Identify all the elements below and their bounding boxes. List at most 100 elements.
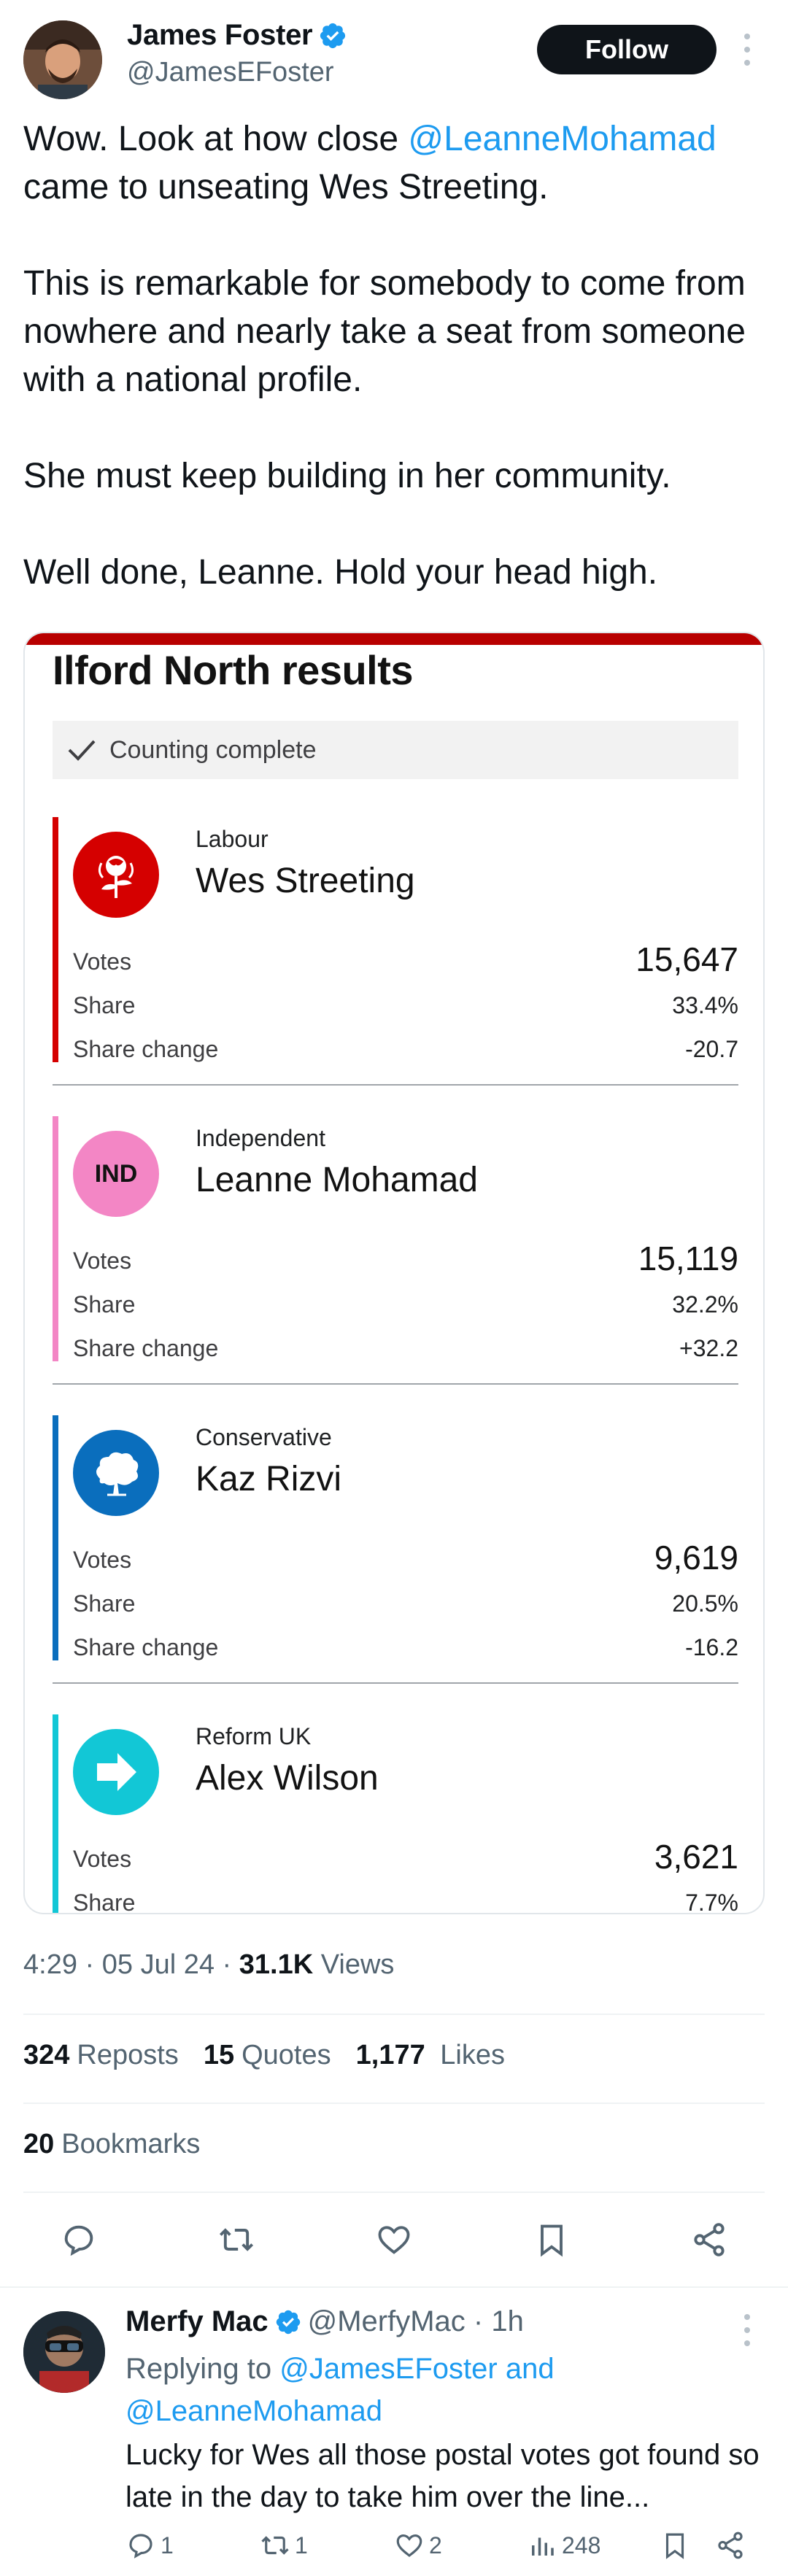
replying-mention-1[interactable]: @JamesEFoster xyxy=(279,2353,497,2385)
repost-icon xyxy=(261,2536,289,2555)
check-icon xyxy=(68,740,96,761)
quotes-stat[interactable]: 15 Quotes xyxy=(204,2040,331,2071)
reply-like-button[interactable]: 2 xyxy=(394,2530,442,2561)
bookmarks-stat[interactable]: 20 Bookmarks xyxy=(23,2129,200,2160)
reposts-stat[interactable]: 324 Reposts xyxy=(23,2040,179,2071)
tweet-text: Wow. Look at how close @LeanneMohamad cam… xyxy=(23,115,768,597)
votes-value: 15,647 xyxy=(636,940,738,978)
share-icon[interactable] xyxy=(686,2216,733,2263)
repost-icon[interactable] xyxy=(213,2216,260,2263)
votes-value: 9,619 xyxy=(654,1539,738,1577)
results-image-card[interactable]: Ilford North results Counting complete L… xyxy=(23,632,765,1914)
bookmark-icon[interactable] xyxy=(528,2216,575,2263)
reply-share-button[interactable] xyxy=(715,2530,750,2561)
divider xyxy=(53,1084,738,1086)
candidate-name: Leanne Mohamad xyxy=(196,1161,478,1199)
share-change-label: Share change xyxy=(73,1036,219,1062)
like-count: 2 xyxy=(429,2531,442,2558)
tweet-date: 05 Jul 24 xyxy=(101,1949,215,1980)
votes-value: 3,621 xyxy=(654,1838,738,1876)
author-name[interactable]: James Foster xyxy=(127,19,313,52)
results-title: Ilford North results xyxy=(53,647,414,693)
reply-icon xyxy=(129,2534,152,2558)
tweet-text-line1-prefix: Wow. Look at how close xyxy=(23,120,409,158)
conservative-tree-icon xyxy=(73,1430,159,1516)
reply-avatar[interactable] xyxy=(23,2311,105,2393)
reply-repost-button[interactable]: 1 xyxy=(260,2530,308,2561)
author-handle[interactable]: @JamesEFoster xyxy=(127,57,334,88)
replying-and: and xyxy=(505,2353,555,2385)
share-change-value: +32.2 xyxy=(679,1335,738,1361)
divider xyxy=(23,2103,765,2104)
reply-reply-button[interactable]: 1 xyxy=(125,2530,174,2561)
share-icon xyxy=(718,2531,743,2559)
quotes-label: Quotes xyxy=(242,2040,331,2070)
more-options-icon[interactable] xyxy=(741,2314,753,2346)
candidate-row: Labour Wes Streeting Votes 15,647 Share … xyxy=(53,817,738,1087)
share-change-label: Share change xyxy=(73,1634,219,1660)
party-name: Reform UK xyxy=(196,1723,312,1749)
party-color-bar xyxy=(53,817,58,1062)
tweet-text-para2: This is remarkable for somebody to come … xyxy=(23,264,746,399)
likes-stat[interactable]: 1,177 Likes xyxy=(356,2040,505,2071)
share-label: Share xyxy=(73,1890,136,1914)
reposts-label: Reposts xyxy=(77,2040,179,2070)
bookmark-icon xyxy=(665,2533,684,2559)
more-options-icon[interactable] xyxy=(741,34,753,66)
tweet-action-bar xyxy=(0,2216,788,2263)
party-color-bar xyxy=(53,1415,58,1660)
counting-status-text: Counting complete xyxy=(109,735,317,764)
divider xyxy=(23,2014,765,2015)
share-value: 33.4% xyxy=(672,992,738,1018)
reply-author-handle[interactable]: @MerfyMac xyxy=(308,2305,466,2338)
share-label: Share xyxy=(73,1590,136,1617)
party-name: Independent xyxy=(196,1125,325,1151)
reposts-count: 324 xyxy=(23,2040,70,2070)
share-value: 7.7% xyxy=(685,1890,738,1914)
share-change-value: -20.7 xyxy=(685,1036,738,1062)
share-label: Share xyxy=(73,1291,136,1318)
reply-icon[interactable] xyxy=(55,2216,102,2263)
card-top-bar xyxy=(25,633,763,645)
candidate-name: Alex Wilson xyxy=(196,1759,379,1798)
reply-header: Merfy Mac @MerfyMac · 1h xyxy=(125,2305,524,2338)
party-name: Conservative xyxy=(196,1424,332,1450)
mention-link[interactable]: @LeanneMohamad xyxy=(408,120,716,158)
views-icon xyxy=(532,2537,554,2556)
views-count: 31.1K xyxy=(239,1949,314,1980)
replying-to-label: Replying to xyxy=(125,2353,272,2385)
replying-mention-2[interactable]: @LeanneMohamad xyxy=(125,2395,382,2427)
follow-button[interactable]: Follow xyxy=(537,25,716,74)
reply-age[interactable]: 1h xyxy=(491,2305,524,2338)
quotes-count: 15 xyxy=(203,2040,235,2070)
verified-badge-icon xyxy=(276,2310,300,2334)
views-label: Views xyxy=(320,1949,395,1980)
votes-label: Votes xyxy=(73,1547,132,1573)
counting-status-box: Counting complete xyxy=(53,721,738,779)
divider xyxy=(53,1383,738,1385)
candidate-row: Conservative Kaz Rizvi Votes 9,619 Share… xyxy=(53,1415,738,1685)
candidate-row: IND Independent Leanne Mohamad Votes 15,… xyxy=(53,1116,738,1386)
tweet-time: 4:29 xyxy=(23,1949,77,1980)
reply-bookmark-button[interactable] xyxy=(660,2530,695,2561)
engagement-stats: 324 Reposts 15 Quotes 1,177 Likes xyxy=(23,2040,530,2071)
reply-views-button[interactable]: 248 xyxy=(527,2530,600,2561)
likes-count: 1,177 xyxy=(355,2040,425,2070)
author-name-row: James Foster xyxy=(127,19,347,52)
share-value: 32.2% xyxy=(672,1291,738,1318)
votes-label: Votes xyxy=(73,1846,132,1872)
labour-rose-icon xyxy=(73,832,159,918)
bookmarks-count: 20 xyxy=(23,2129,55,2159)
repost-count: 1 xyxy=(295,2531,308,2558)
replying-to: Replying to @JamesEFoster and @LeanneMoh… xyxy=(125,2348,753,2432)
like-icon xyxy=(396,2534,422,2557)
verified-badge-icon xyxy=(320,23,346,48)
reply-count: 1 xyxy=(161,2531,174,2558)
reply-author-name[interactable]: Merfy Mac xyxy=(125,2305,269,2338)
candidate-name: Kaz Rizvi xyxy=(196,1460,342,1498)
tweet-text-line1-suffix: came to unseating Wes Streeting. xyxy=(23,168,549,206)
like-icon[interactable] xyxy=(371,2216,417,2263)
party-color-bar xyxy=(53,1116,58,1361)
tweet-timestamp[interactable]: 4:29 · 05 Jul 24 · 31.1K Views xyxy=(23,1949,394,1981)
author-avatar[interactable] xyxy=(23,20,102,99)
